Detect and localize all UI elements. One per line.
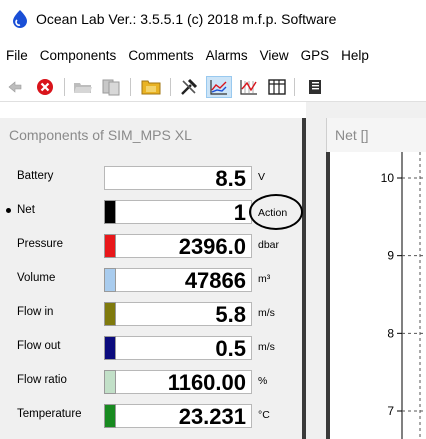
component-value: 1160.00 (167, 370, 246, 395)
component-unit: V (258, 171, 266, 183)
table-icon[interactable] (266, 76, 288, 98)
component-unit: m/s (258, 341, 275, 353)
back-arrow-icon[interactable] (6, 76, 28, 98)
menu-bar: File Components Comments Alarms View GPS… (0, 42, 426, 68)
color-swatch[interactable] (104, 234, 116, 258)
grid-chart-icon[interactable] (238, 76, 260, 98)
menu-file[interactable]: File (6, 48, 28, 63)
y-tick-label: 7 (387, 404, 394, 418)
menu-comments[interactable]: Comments (128, 48, 193, 63)
tools-icon[interactable] (178, 76, 200, 98)
component-label: Volume (17, 272, 56, 284)
book-icon[interactable] (304, 76, 326, 98)
menu-components[interactable]: Components (40, 48, 117, 63)
component-value-box: 5.8 (116, 302, 252, 327)
component-value-box: 0.5 (116, 336, 252, 361)
component-label: Pressure (17, 238, 64, 250)
component-label: Battery (17, 170, 54, 182)
component-label: Temperature (17, 408, 82, 420)
component-unit: % (258, 375, 268, 387)
toolbar (0, 72, 426, 102)
menu-gps[interactable]: GPS (301, 48, 330, 63)
selected-bullet-icon (6, 208, 11, 213)
stop-icon[interactable] (34, 76, 56, 98)
component-value: 1 (233, 200, 246, 225)
app-logo-icon (13, 10, 27, 28)
open-folder-icon[interactable] (72, 76, 94, 98)
component-label: Flow out (17, 340, 61, 352)
components-panel: Components of SIM_MPS XL Battery 8.5 V N… (0, 118, 306, 439)
menu-view[interactable]: View (260, 48, 289, 63)
color-swatch[interactable] (104, 200, 116, 224)
menu-alarms[interactable]: Alarms (206, 48, 248, 63)
net-chart: 10 9 8 7 (381, 152, 426, 439)
title-bar: Ocean Lab Ver.: 3.5.5.1 (c) 2018 m.f.p. … (0, 0, 426, 40)
color-swatch[interactable] (104, 336, 116, 360)
component-unit: dbar (258, 239, 280, 251)
component-row-volume[interactable]: Volume 47866 m³ (0, 262, 306, 296)
window-title: Ocean Lab Ver.: 3.5.5.1 (c) 2018 m.f.p. … (36, 11, 337, 27)
components-panel-header: Components of SIM_MPS XL (0, 118, 306, 150)
component-row-flow-ratio[interactable]: Flow ratio 1160.00 % (0, 364, 306, 398)
save-icon[interactable] (100, 76, 122, 98)
component-value-box: 1 (116, 200, 252, 225)
color-swatch[interactable] (104, 404, 116, 428)
y-tick-label: 8 (387, 326, 394, 340)
component-value: 8.5 (215, 166, 246, 191)
component-value-box: 2396.0 (116, 234, 252, 259)
menu-help[interactable]: Help (341, 48, 369, 63)
component-label: Flow in (17, 306, 54, 318)
component-row-flow-out[interactable]: Flow out 0.5 m/s (0, 330, 306, 364)
y-tick-label: 9 (387, 249, 394, 263)
tab-net[interactable]: Net [] (326, 118, 426, 152)
component-value-box: 1160.00 (116, 370, 252, 395)
component-label: Net (17, 204, 35, 216)
tab-net-label: Net [] (335, 127, 369, 143)
component-value: 5.8 (215, 302, 246, 327)
component-value: 0.5 (215, 336, 246, 361)
net-action-button[interactable]: Action (258, 207, 287, 219)
component-row-pressure[interactable]: Pressure 2396.0 dbar (0, 228, 306, 262)
components-panel-title: Components of SIM_MPS XL (9, 127, 192, 143)
y-tick-label: 10 (381, 171, 395, 185)
color-swatch[interactable] (104, 302, 116, 326)
component-unit: m/s (258, 307, 275, 319)
component-row-battery[interactable]: Battery 8.5 V (0, 160, 306, 194)
component-value: 47866 (184, 268, 246, 293)
component-row-flow-in[interactable]: Flow in 5.8 m/s (0, 296, 306, 330)
component-unit: m³ (258, 273, 271, 285)
color-swatch[interactable] (104, 268, 116, 292)
component-value-box: 47866 (116, 268, 252, 293)
component-value: 2396.0 (178, 234, 246, 259)
color-swatch[interactable] (104, 370, 116, 394)
chart-icon[interactable] (206, 76, 232, 98)
component-value: 23.231 (178, 404, 246, 429)
chart-area: 10 9 8 7 (326, 152, 426, 439)
folder-icon[interactable] (140, 76, 162, 98)
chart-panel: Net [] 10 9 8 7 (306, 102, 426, 439)
component-value-box: 23.231 (116, 404, 252, 429)
component-unit: °C (258, 409, 270, 421)
component-row-temperature[interactable]: Temperature 23.231 °C (0, 398, 306, 432)
component-value-box: 8.5 (104, 166, 252, 191)
component-label: Flow ratio (17, 374, 67, 386)
